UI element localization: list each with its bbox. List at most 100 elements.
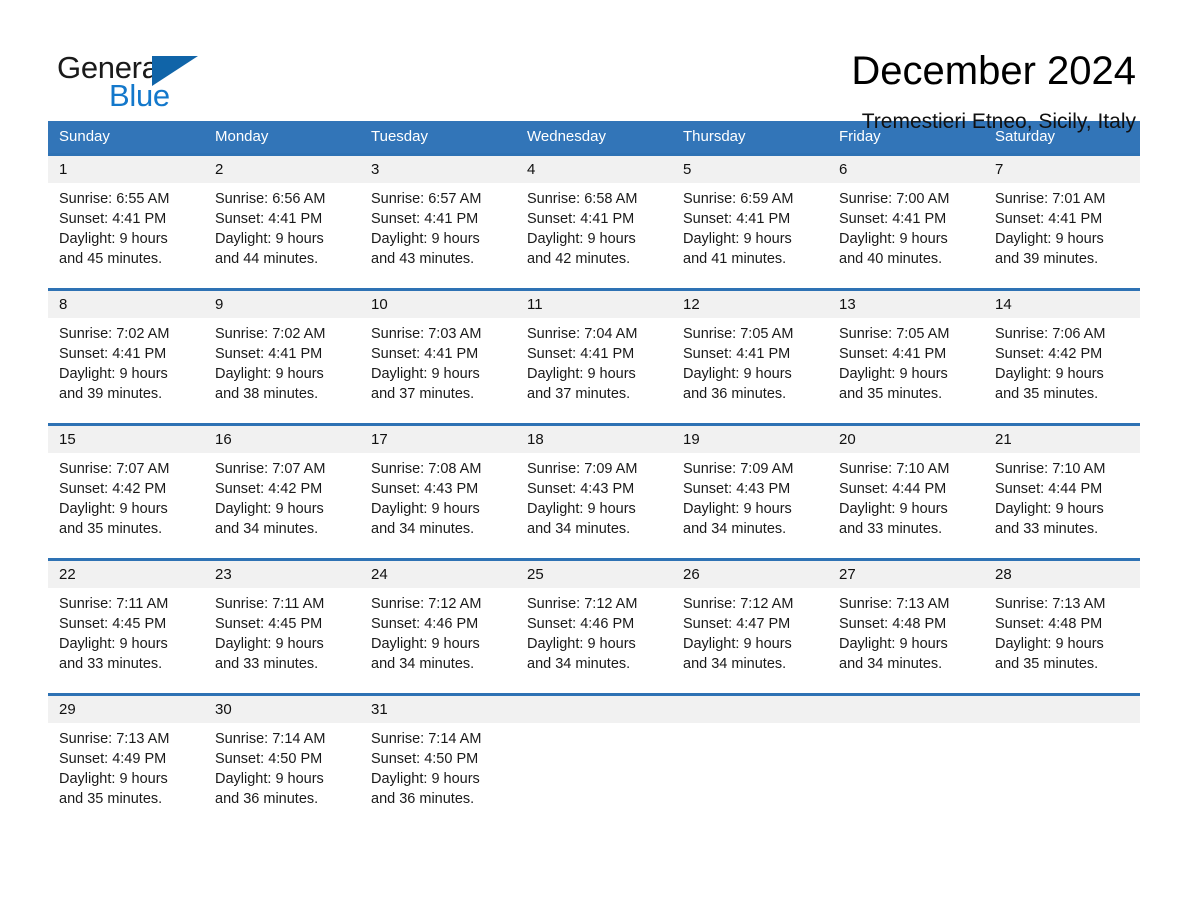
day-cell[interactable]: Sunrise: 7:11 AM Sunset: 4:45 PM Daylight:… xyxy=(48,588,204,693)
day-number[interactable]: 3 xyxy=(360,156,516,183)
sunset-text: Sunset: 4:50 PM xyxy=(371,751,479,767)
day-cell[interactable]: Sunrise: 7:09 AM Sunset: 4:43 PM Daylight:… xyxy=(516,453,672,558)
sunrise-text: Sunrise: 6:59 AM xyxy=(683,191,794,207)
daylight-text: and 35 minutes. xyxy=(59,791,163,807)
daylight-text: and 37 minutes. xyxy=(371,386,475,402)
day-number[interactable]: 10 xyxy=(360,291,516,318)
day-number-row: 22 23 24 25 26 27 28 xyxy=(48,561,1140,588)
daylight-text: Daylight: 9 hours xyxy=(215,501,324,517)
daylight-text: Daylight: 9 hours xyxy=(995,501,1104,517)
daylight-text: and 39 minutes. xyxy=(59,386,163,402)
day-number[interactable]: 29 xyxy=(48,696,204,723)
sunset-text: Sunset: 4:43 PM xyxy=(683,481,791,497)
day-cell[interactable]: Sunrise: 7:07 AM Sunset: 4:42 PM Daylight:… xyxy=(48,453,204,558)
daylight-text: and 45 minutes. xyxy=(59,251,163,267)
day-number-row: 29 30 31 xyxy=(48,696,1140,723)
day-cell[interactable]: Sunrise: 7:13 AM Sunset: 4:49 PM Daylight:… xyxy=(48,723,204,828)
day-number[interactable]: 25 xyxy=(516,561,672,588)
page-title: December 2024 xyxy=(851,49,1136,93)
day-cell[interactable]: Sunrise: 7:07 AM Sunset: 4:42 PM Daylight:… xyxy=(204,453,360,558)
sunrise-text: Sunrise: 7:09 AM xyxy=(683,461,794,477)
day-detail-row: Sunrise: 7:11 AM Sunset: 4:45 PM Daylight:… xyxy=(48,588,1140,693)
daylight-text: Daylight: 9 hours xyxy=(839,231,948,247)
sunrise-text: Sunrise: 7:14 AM xyxy=(215,731,326,747)
daylight-text: and 34 minutes. xyxy=(839,656,943,672)
day-cell[interactable]: Sunrise: 7:11 AM Sunset: 4:45 PM Daylight:… xyxy=(204,588,360,693)
day-number[interactable]: 15 xyxy=(48,426,204,453)
day-cell[interactable]: Sunrise: 7:13 AM Sunset: 4:48 PM Daylight:… xyxy=(984,588,1140,693)
day-number-row: 15 16 17 18 19 20 21 xyxy=(48,426,1140,453)
sunrise-text: Sunrise: 7:13 AM xyxy=(59,731,170,747)
daylight-text: Daylight: 9 hours xyxy=(215,771,324,787)
day-number[interactable]: 28 xyxy=(984,561,1140,588)
day-number[interactable]: 18 xyxy=(516,426,672,453)
day-cell[interactable]: Sunrise: 6:55 AM Sunset: 4:41 PM Daylight:… xyxy=(48,183,204,288)
day-cell[interactable]: Sunrise: 7:14 AM Sunset: 4:50 PM Daylight:… xyxy=(204,723,360,828)
day-cell[interactable]: Sunrise: 7:02 AM Sunset: 4:41 PM Daylight:… xyxy=(48,318,204,423)
day-cell[interactable]: Sunrise: 7:14 AM Sunset: 4:50 PM Daylight:… xyxy=(360,723,516,828)
day-cell[interactable]: Sunrise: 7:12 AM Sunset: 4:46 PM Daylight:… xyxy=(360,588,516,693)
day-number[interactable]: 13 xyxy=(828,291,984,318)
day-number[interactable]: 5 xyxy=(672,156,828,183)
day-cell[interactable]: Sunrise: 7:10 AM Sunset: 4:44 PM Daylight:… xyxy=(828,453,984,558)
sunrise-text: Sunrise: 7:10 AM xyxy=(839,461,950,477)
sunset-text: Sunset: 4:41 PM xyxy=(839,211,947,227)
day-number[interactable]: 11 xyxy=(516,291,672,318)
day-number[interactable]: 23 xyxy=(204,561,360,588)
day-number[interactable]: 20 xyxy=(828,426,984,453)
day-number-row: 1234567 xyxy=(48,156,1140,183)
day-number[interactable]: 26 xyxy=(672,561,828,588)
sunset-text: Sunset: 4:46 PM xyxy=(371,616,479,632)
day-number[interactable]: 4 xyxy=(516,156,672,183)
day-number[interactable]: 21 xyxy=(984,426,1140,453)
day-cell[interactable]: Sunrise: 7:00 AM Sunset: 4:41 PM Daylight:… xyxy=(828,183,984,288)
day-cell[interactable]: Sunrise: 7:10 AM Sunset: 4:44 PM Daylight:… xyxy=(984,453,1140,558)
day-cell[interactable]: Sunrise: 7:05 AM Sunset: 4:41 PM Daylight:… xyxy=(828,318,984,423)
day-cell[interactable]: Sunrise: 7:09 AM Sunset: 4:43 PM Daylight:… xyxy=(672,453,828,558)
sunrise-text: Sunrise: 7:09 AM xyxy=(527,461,638,477)
sunrise-text: Sunrise: 7:12 AM xyxy=(683,596,794,612)
day-number[interactable]: 24 xyxy=(360,561,516,588)
day-number[interactable]: 12 xyxy=(672,291,828,318)
calendar-body: 1 2 3 4 5 6 7 Sunrise: 6:55 AM Sunset: 4:41 PM Da… xyxy=(48,153,1140,828)
daylight-text: and 33 minutes. xyxy=(59,656,163,672)
day-cell[interactable]: Sunrise: 6:58 AM Sunset: 4:41 PM Daylight:… xyxy=(516,183,672,288)
day-number[interactable]: 22 xyxy=(48,561,204,588)
day-number[interactable]: 6 xyxy=(828,156,984,183)
day-cell[interactable]: Sunrise: 7:05 AM Sunset: 4:41 PM Daylight:… xyxy=(672,318,828,423)
sunrise-text: Sunrise: 7:05 AM xyxy=(839,326,950,342)
daylight-text: Daylight: 9 hours xyxy=(59,366,168,382)
daylight-text: and 41 minutes. xyxy=(683,251,787,267)
day-cell[interactable]: Sunrise: 7:12 AM Sunset: 4:47 PM Daylight:… xyxy=(672,588,828,693)
day-number[interactable]: 31 xyxy=(360,696,516,723)
day-number[interactable]: 9 xyxy=(204,291,360,318)
daylight-text: and 34 minutes. xyxy=(527,656,631,672)
day-cell[interactable]: Sunrise: 6:57 AM Sunset: 4:41 PM Daylight:… xyxy=(360,183,516,288)
generalblue-logo[interactable]: General Blue xyxy=(57,48,203,111)
day-cell[interactable]: Sunrise: 6:56 AM Sunset: 4:41 PM Daylight:… xyxy=(204,183,360,288)
day-number[interactable]: 7 xyxy=(984,156,1140,183)
day-number[interactable]: 17 xyxy=(360,426,516,453)
day-cell[interactable]: Sunrise: 7:01 AM Sunset: 4:41 PM Daylight:… xyxy=(984,183,1140,288)
day-number[interactable]: 14 xyxy=(984,291,1140,318)
day-cell[interactable]: Sunrise: 7:04 AM Sunset: 4:41 PM Daylight:… xyxy=(516,318,672,423)
sunset-text: Sunset: 4:41 PM xyxy=(527,211,635,227)
day-cell[interactable]: Sunrise: 7:13 AM Sunset: 4:48 PM Daylight:… xyxy=(828,588,984,693)
day-number[interactable]: 1 xyxy=(48,156,204,183)
day-cell[interactable]: Sunrise: 7:12 AM Sunset: 4:46 PM Daylight:… xyxy=(516,588,672,693)
day-number[interactable]: 8 xyxy=(48,291,204,318)
day-cell[interactable]: Sunrise: 6:59 AM Sunset: 4:41 PM Daylight:… xyxy=(672,183,828,288)
day-number[interactable]: 27 xyxy=(828,561,984,588)
sunset-text: Sunset: 4:41 PM xyxy=(215,346,323,362)
day-cell[interactable]: Sunrise: 7:03 AM Sunset: 4:41 PM Daylight:… xyxy=(360,318,516,423)
day-number[interactable]: 19 xyxy=(672,426,828,453)
daylight-text: Daylight: 9 hours xyxy=(527,501,636,517)
day-number[interactable]: 16 xyxy=(204,426,360,453)
day-number[interactable]: 30 xyxy=(204,696,360,723)
sunrise-text: Sunrise: 6:55 AM xyxy=(59,191,170,207)
day-cell[interactable]: Sunrise: 7:02 AM Sunset: 4:41 PM Daylight:… xyxy=(204,318,360,423)
day-cell[interactable]: Sunrise: 7:08 AM Sunset: 4:43 PM Daylight:… xyxy=(360,453,516,558)
day-cell[interactable]: Sunrise: 7:06 AM Sunset: 4:42 PM Daylight:… xyxy=(984,318,1140,423)
sunset-text: Sunset: 4:41 PM xyxy=(839,346,947,362)
day-number[interactable]: 2 xyxy=(204,156,360,183)
